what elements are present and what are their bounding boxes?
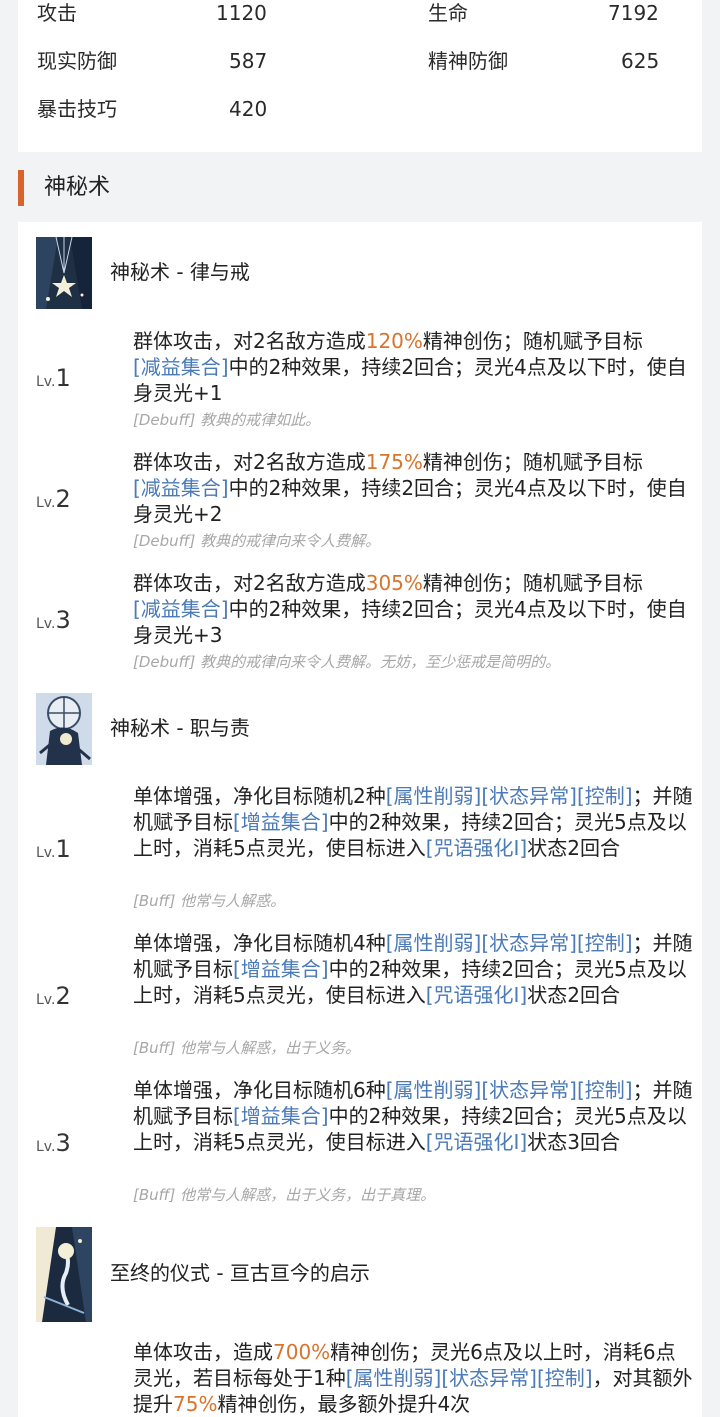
level-prefix: Lv.	[36, 616, 56, 632]
desc-text: 单体增强，净化目标随机2种	[133, 784, 386, 808]
skill-2-level-2: Lv.2	[36, 982, 71, 1010]
effect-tag-link[interactable]: [增益集合]	[233, 957, 329, 981]
desc-text: 状态2回合	[527, 983, 620, 1007]
skill-1-name: 神秘术 - 律与戒	[110, 260, 250, 284]
reality-def-label: 现实防御	[37, 49, 117, 73]
stats-card: 攻击 1120 生命 7192 现实防御 587 精神防御 625 暴击技巧 4…	[18, 0, 702, 152]
effect-tag-link[interactable]: [减益集合]	[133, 476, 229, 500]
level-prefix: Lv.	[36, 1139, 56, 1155]
level-prefix: Lv.	[36, 845, 56, 861]
effect-tag-link[interactable]: [咒语强化I]	[426, 836, 528, 860]
arcane-skill-1-icon	[36, 237, 92, 309]
level-number: 1	[55, 835, 71, 863]
desc-text: 单体增强，净化目标随机6种	[133, 1078, 386, 1102]
reality-def-value: 587	[229, 49, 268, 73]
character-detail-page: 攻击 1120 生命 7192 现实防御 587 精神防御 625 暴击技巧 4…	[0, 0, 720, 1417]
level-prefix: Lv.	[36, 495, 56, 511]
desc-text: 群体攻击，对2名敌方造成	[133, 571, 366, 595]
atk-label: 攻击	[37, 1, 77, 25]
skill-1-level-3: Lv.3	[36, 606, 71, 634]
effect-tag-link[interactable]: [减益集合]	[133, 355, 229, 379]
effect-tag-link[interactable]: [咒语强化I]	[426, 1130, 528, 1154]
skill-1-level-2-flavor: [Debuff] 教典的戒律向来令人费解。	[133, 532, 381, 550]
skill-2-level-1: Lv.1	[36, 835, 71, 863]
skill-2-level-1-description: 单体增强，净化目标随机2种[属性削弱][状态异常][控制]；并随机赋予目标[增益…	[133, 783, 693, 861]
ultimate-skill-icon	[36, 1227, 92, 1322]
desc-text: 精神创伤；随机赋予目标	[422, 329, 643, 353]
desc-text: 状态3回合	[527, 1130, 620, 1154]
mental-def-value: 625	[621, 49, 660, 73]
desc-text: 单体增强，净化目标随机4种	[133, 931, 386, 955]
hp-label: 生命	[428, 1, 468, 25]
skill-3-name: 至终的仪式 - 亘古亘今的启示	[110, 1261, 370, 1285]
desc-text: 单体攻击，造成	[133, 1340, 273, 1364]
effect-tag-link[interactable]: [控制]	[577, 931, 633, 955]
effect-tag-link[interactable]: [减益集合]	[133, 597, 229, 621]
skills-card: 神秘术 - 律与戒 Lv.1 群体攻击，对2名敌方造成120%精神创伤；随机赋予…	[18, 222, 702, 1417]
skill-2-level-2-flavor: [Buff] 他常与人解惑，出于义务。	[133, 1039, 361, 1057]
damage-percent: 120%	[365, 329, 423, 353]
effect-tag-link[interactable]: [控制]	[577, 1078, 633, 1102]
crit-technique-value: 420	[229, 97, 268, 121]
desc-text: 状态2回合	[527, 836, 620, 860]
skill-1-level-3-flavor: [Debuff] 教典的戒律向来令人费解。无妨，至少惩戒是简明的。	[133, 653, 561, 671]
damage-percent: 175%	[365, 450, 423, 474]
level-number: 3	[55, 1129, 71, 1157]
skill-1-level-2: Lv.2	[36, 485, 71, 513]
atk-value: 1120	[216, 1, 267, 25]
level-prefix: Lv.	[36, 374, 56, 390]
effect-tag-link[interactable]: [属性削弱]	[386, 931, 482, 955]
effect-tag-link[interactable]: [状态异常]	[441, 1366, 537, 1390]
effect-tag-link[interactable]: [增益集合]	[233, 810, 329, 834]
section-title: 神秘术	[44, 175, 111, 200]
desc-text: 精神创伤；随机赋予目标	[422, 450, 643, 474]
desc-text: 精神创伤，最多额外提升4次	[217, 1392, 471, 1416]
mental-def-label: 精神防御	[428, 49, 508, 73]
arcane-section-header: 神秘术	[18, 166, 702, 210]
effect-tag-link[interactable]: [状态异常]	[481, 931, 577, 955]
skill-2-level-3: Lv.3	[36, 1129, 71, 1157]
skill-2-level-1-flavor: [Buff] 他常与人解惑。	[133, 892, 286, 910]
desc-text: 群体攻击，对2名敌方造成	[133, 329, 366, 353]
skill-1-level-3-description: 群体攻击，对2名敌方造成305%精神创伤；随机赋予目标 [减益集合]中的2种效果，…	[133, 570, 693, 648]
effect-tag-link[interactable]: [状态异常]	[481, 1078, 577, 1102]
arcane-skill-2-icon	[36, 693, 92, 765]
hp-value: 7192	[608, 1, 659, 25]
effect-tag-link[interactable]: [属性削弱]	[386, 1078, 482, 1102]
level-prefix: Lv.	[36, 992, 56, 1008]
skill-2-level-3-flavor: [Buff] 他常与人解惑，出于义务，出于真理。	[133, 1186, 436, 1204]
damage-percent: 700%	[273, 1340, 331, 1364]
level-number: 1	[55, 364, 71, 392]
level-number: 2	[55, 485, 71, 513]
effect-tag-link[interactable]: [控制]	[537, 1366, 593, 1390]
skill-1-level-1-description: 群体攻击，对2名敌方造成120%精神创伤；随机赋予目标 [减益集合]中的2种效果，…	[133, 328, 693, 406]
skill-1-level-2-description: 群体攻击，对2名敌方造成175%精神创伤；随机赋予目标 [减益集合]中的2种效果，…	[133, 449, 693, 527]
skill-1-level-1: Lv.1	[36, 364, 71, 392]
skill-2-name: 神秘术 - 职与责	[110, 716, 250, 740]
level-number: 3	[55, 606, 71, 634]
skill-2-level-3-description: 单体增强，净化目标随机6种[属性削弱][状态异常][控制]；并随机赋予目标[增益…	[133, 1077, 693, 1155]
desc-text: 群体攻击，对2名敌方造成	[133, 450, 366, 474]
level-number: 2	[55, 982, 71, 1010]
section-accent-bar	[18, 170, 24, 206]
skill-2-level-2-description: 单体增强，净化目标随机4种[属性削弱][状态异常][控制]；并随机赋予目标[增益…	[133, 930, 693, 1008]
desc-text: 精神创伤；随机赋予目标	[422, 571, 643, 595]
effect-tag-link[interactable]: [属性削弱]	[386, 784, 482, 808]
crit-technique-label: 暴击技巧	[37, 97, 117, 121]
effect-tag-link[interactable]: [增益集合]	[233, 1104, 329, 1128]
damage-percent: 75%	[173, 1392, 218, 1416]
skill-1-level-1-flavor: [Debuff] 教典的戒律如此。	[133, 411, 321, 429]
skill-3-description: 单体攻击，造成700%精神创伤；灵光6点及以上时，消耗6点灵光，若目标每处于1种…	[133, 1339, 693, 1417]
effect-tag-link[interactable]: [咒语强化I]	[426, 983, 528, 1007]
effect-tag-link[interactable]: [状态异常]	[481, 784, 577, 808]
effect-tag-link[interactable]: [控制]	[577, 784, 633, 808]
effect-tag-link[interactable]: [属性削弱]	[346, 1366, 442, 1390]
damage-percent: 305%	[365, 571, 423, 595]
